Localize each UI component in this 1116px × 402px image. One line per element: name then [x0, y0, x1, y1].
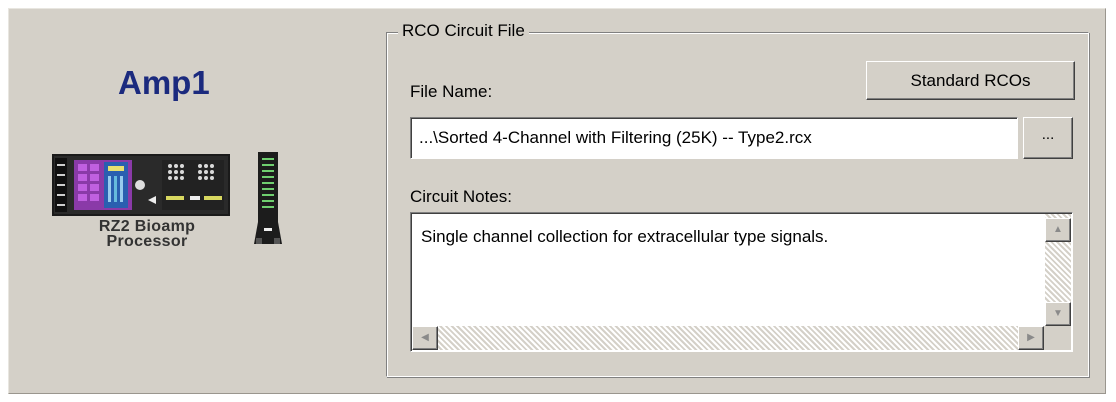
file-name-value: ...\Sorted 4-Channel with Filtering (25K… — [419, 128, 812, 147]
circuit-notes-textarea[interactable]: Single channel collection for extracellu… — [410, 212, 1073, 352]
horizontal-scrollbar[interactable]: ◀ ▶ — [412, 326, 1044, 350]
scroll-right-icon[interactable]: ▶ — [1018, 326, 1044, 350]
file-name-label: File Name: — [410, 82, 493, 101]
scroll-up-icon[interactable]: ▲ — [1045, 218, 1071, 242]
browse-button[interactable]: ... — [1023, 117, 1073, 159]
device-caption-line2: Processor — [106, 233, 188, 250]
device-caption-line1: RZ2 Bioamp — [98, 218, 196, 235]
scroll-left-icon[interactable]: ◀ — [412, 326, 438, 350]
standard-rcos-button[interactable]: Standard RCOs — [866, 61, 1075, 100]
circuit-notes-label: Circuit Notes: — [410, 187, 513, 206]
group-title: RCO Circuit File — [398, 21, 529, 41]
scrollbar-corner — [1044, 326, 1071, 350]
device-caption: RZ2 Bioamp Processor — [62, 218, 232, 250]
circuit-notes-value: Single channel collection for extracellu… — [421, 227, 829, 246]
device-name: Amp1 — [118, 64, 210, 101]
file-name-input[interactable]: ...\Sorted 4-Channel with Filtering (25K… — [410, 117, 1018, 159]
scroll-down-icon[interactable]: ▼ — [1045, 302, 1071, 326]
